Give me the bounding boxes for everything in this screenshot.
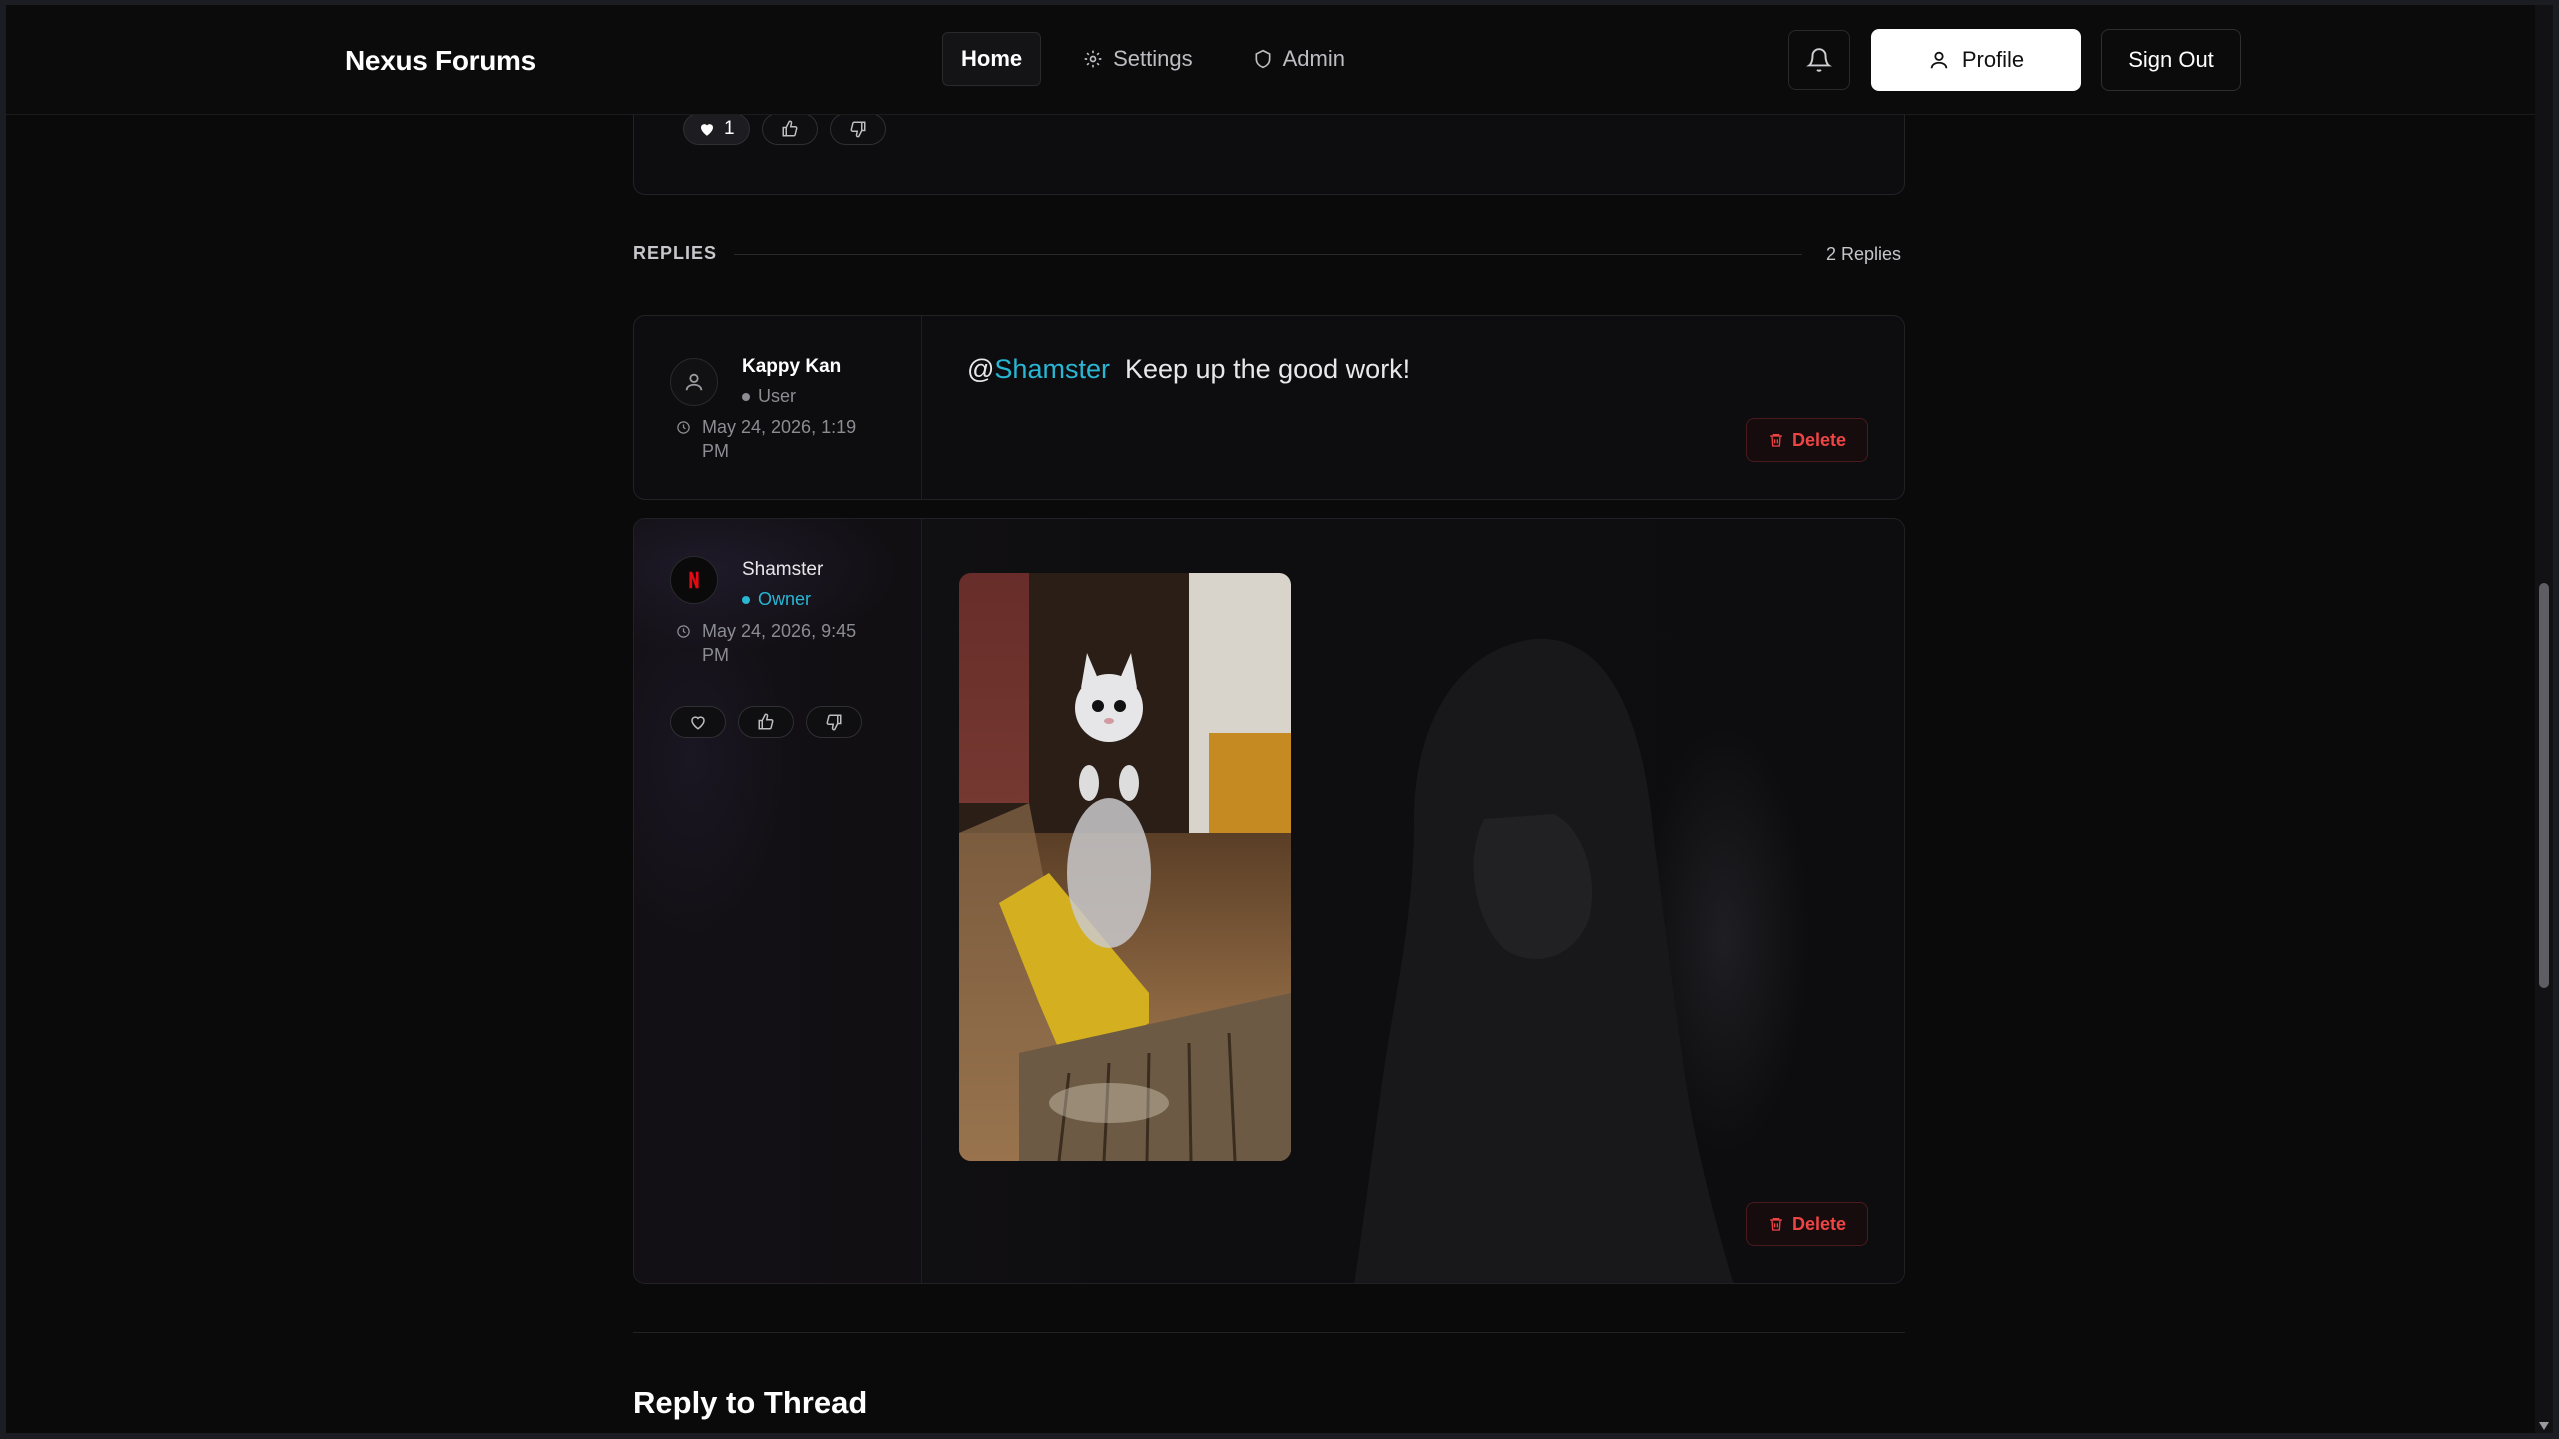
reply-reactions	[670, 706, 862, 738]
reply-to-thread-heading: Reply to Thread	[633, 1385, 868, 1420]
role-dot	[742, 392, 750, 401]
trash-icon	[1769, 434, 1782, 447]
nav-admin[interactable]: Admin	[1235, 32, 1363, 86]
heart-reaction-button[interactable]: 1	[683, 113, 750, 145]
reply-author-panel: Shamster Owner May 24, 2026, 9:45 PM	[634, 519, 922, 1283]
heart-reaction-button[interactable]	[670, 706, 726, 738]
reply-author-name[interactable]: Shamster	[742, 559, 823, 581]
top-navbar: Nexus Forums Home Settings Admin Profile…	[6, 5, 2535, 115]
reply-card: Shamster Owner May 24, 2026, 9:45 PM Del…	[633, 518, 1905, 1284]
timestamp-text: May 24, 2026, 1:19 PM	[702, 417, 857, 461]
role-label: Owner	[758, 589, 812, 609]
delete-label: Delete	[1791, 429, 1847, 450]
clock-icon	[677, 421, 690, 434]
nav-settings[interactable]: Settings	[1065, 32, 1211, 86]
role-dot	[742, 595, 750, 604]
heart-count: 1	[724, 118, 735, 139]
reply-timestamp: May 24, 2026, 9:45 PM	[676, 619, 876, 667]
reply-author-name[interactable]: Kappy Kan	[742, 356, 841, 378]
nav-admin-label: Admin	[1282, 46, 1345, 71]
page-scrollbar[interactable]	[2535, 5, 2553, 1434]
dislike-button[interactable]	[829, 113, 886, 145]
reply-card: Kappy Kan User May 24, 2026, 1:19 PM @Sh…	[633, 315, 1905, 500]
clock-icon	[677, 625, 690, 638]
avatar[interactable]	[670, 358, 718, 406]
profile-button[interactable]: Profile	[1871, 29, 2081, 91]
scroll-down-arrow-icon[interactable]	[2539, 1422, 2549, 1430]
nav-home-label: Home	[961, 46, 1023, 71]
timestamp-text: May 24, 2026, 9:45 PM	[702, 621, 857, 665]
kitten-gif-illustration	[959, 573, 1291, 1161]
user-icon	[685, 373, 703, 391]
composer-divider	[633, 1332, 1905, 1333]
reply-message-text: Keep up the good work!	[1124, 354, 1411, 384]
trash-icon	[1769, 1218, 1782, 1231]
background-figure-art	[1354, 638, 1734, 1283]
bell-icon	[1806, 48, 1832, 72]
reply-author-role: Owner	[742, 589, 811, 610]
reply-gif-image[interactable]	[959, 573, 1291, 1161]
like-button[interactable]	[761, 113, 818, 145]
reply-timestamp: May 24, 2026, 1:19 PM	[676, 415, 876, 463]
post-reactions: 1	[683, 113, 886, 145]
netflix-logo-icon	[689, 571, 699, 589]
nav-settings-label: Settings	[1113, 46, 1193, 71]
replies-heading: REPLIES	[633, 243, 718, 263]
notifications-button[interactable]	[1788, 30, 1850, 90]
gear-icon	[1084, 50, 1102, 68]
shield-icon	[1255, 49, 1271, 69]
heart-icon	[691, 716, 705, 730]
sign-out-button[interactable]: Sign Out	[2101, 29, 2241, 91]
delete-reply-button[interactable]: Delete	[1746, 418, 1868, 462]
main-nav: Home Settings Admin	[942, 32, 1363, 86]
profile-button-label: Profile	[1961, 47, 2025, 72]
user-icon	[1930, 51, 1948, 69]
reply-author-role: User	[742, 386, 796, 407]
reply-author-panel: Kappy Kan User May 24, 2026, 1:19 PM	[634, 316, 922, 499]
thumbs-up-icon	[782, 120, 798, 137]
thumbs-up-icon	[758, 713, 774, 730]
scrollbar-thumb[interactable]	[2539, 583, 2549, 988]
user-mention[interactable]: @Shamster	[967, 354, 1110, 384]
thumbs-down-icon	[850, 121, 866, 138]
nav-home[interactable]: Home	[942, 32, 1042, 86]
delete-reply-button[interactable]: Delete	[1746, 1202, 1868, 1246]
role-label: User	[758, 386, 797, 406]
like-button[interactable]	[738, 706, 794, 738]
avatar[interactable]	[670, 556, 718, 604]
heart-icon	[701, 124, 713, 136]
replies-divider	[734, 254, 1802, 255]
brand-logo[interactable]: Nexus Forums	[345, 45, 536, 77]
replies-count: 2 Replies	[1826, 244, 1902, 264]
delete-label: Delete	[1791, 1213, 1847, 1234]
thumbs-down-icon	[826, 714, 842, 731]
dislike-button[interactable]	[806, 706, 862, 738]
reply-message: @Shamster Keep up the good work!	[967, 354, 1410, 385]
